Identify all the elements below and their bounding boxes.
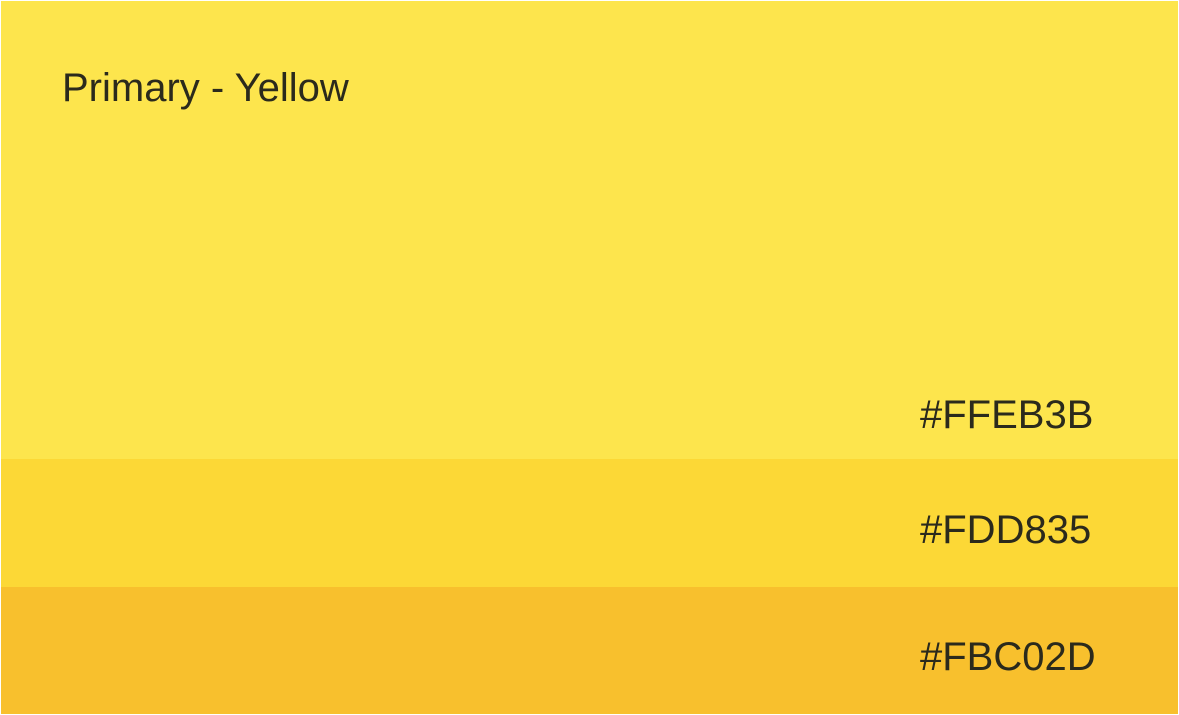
swatch-primary: Primary - Yellow #FFEB3B — [1, 1, 1178, 459]
swatch-dark: #FDD835 — [1, 459, 1178, 587]
color-palette-card: Primary - Yellow #FFEB3B #FDD835 #FBC02D — [1, 1, 1178, 714]
swatch-hex-label: #FBC02D — [920, 635, 1096, 679]
swatch-hex-label: #FDD835 — [920, 508, 1092, 552]
palette-title: Primary - Yellow — [62, 66, 349, 110]
swatch-darker: #FBC02D — [1, 587, 1178, 714]
swatch-hex-label: #FFEB3B — [920, 393, 1094, 437]
